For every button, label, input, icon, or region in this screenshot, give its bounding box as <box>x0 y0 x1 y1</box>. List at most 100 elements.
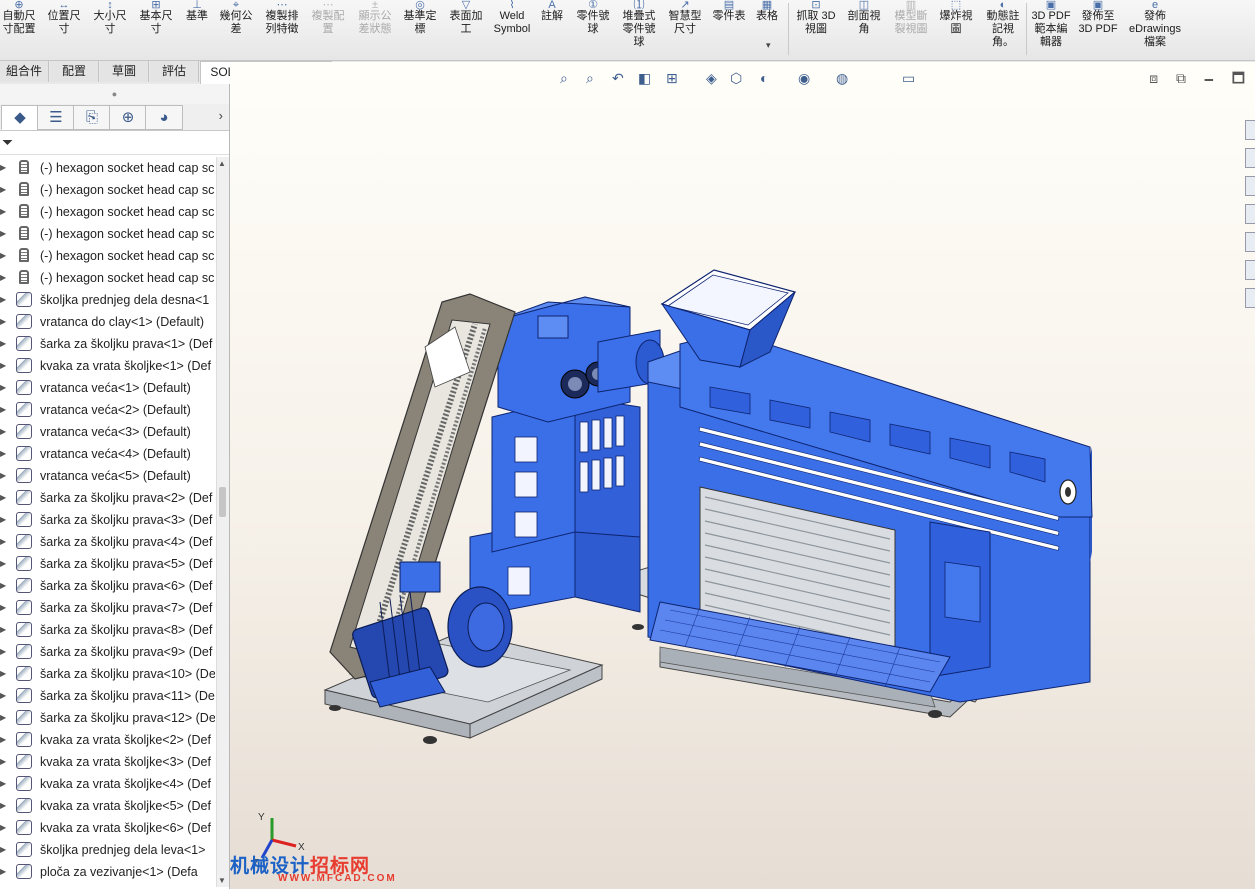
expand-arrow-icon[interactable]: ▶ <box>0 443 8 465</box>
tree-item[interactable]: ▶ kvaka za vrata školjke<4> (Def <box>0 773 215 795</box>
expand-arrow-icon[interactable]: ▶ <box>0 355 8 377</box>
expand-arrow-icon[interactable]: ▶ <box>0 795 8 817</box>
tree-item[interactable]: ▶ kvaka za vrata školjke<6> (Def <box>0 817 215 839</box>
expand-arrow-icon[interactable]: ▶ <box>0 685 8 707</box>
note-button[interactable]: A 註解 <box>536 0 568 58</box>
expand-arrow-icon[interactable]: ▶ <box>0 707 8 729</box>
3d-pdf-template-button[interactable]: ▣ 3D PDF 範本編 輯器 <box>1030 0 1072 58</box>
expand-arrow-icon[interactable]: ▶ <box>0 773 8 795</box>
tree-item[interactable]: ▶ šarka za školjku prava<2> (Def <box>0 487 215 509</box>
publish-3d-pdf-button[interactable]: ▣ 發佈至 3D PDF <box>1076 0 1120 58</box>
smart-dimension-button[interactable]: ↗ 智慧型 尺寸 <box>664 0 706 58</box>
tab-2[interactable]: 配置 <box>50 61 99 82</box>
location-dimension-button[interactable]: ↔ 位置尺 寸 <box>44 0 84 58</box>
tab-3[interactable]: 草圖 <box>100 61 149 82</box>
tree-item[interactable]: ▶ šarka za školjku prava<1> (Def <box>0 333 215 355</box>
graphics-area[interactable]: ⌕ ⌕ ↶ ◧ ⊞ ◈ ⬡ ◐ ◉ ◍ ▭ ⧈ ⧉ 🗕 🗖 Y X Z 机械设计… <box>230 62 1255 889</box>
expand-arrow-icon[interactable]: ▶ <box>0 663 8 685</box>
tree-item[interactable]: ▶ (-) hexagon socket head cap sc <box>0 223 215 245</box>
tree-item[interactable]: ▶ vratanca veća<2> (Default) <box>0 399 215 421</box>
tree-item[interactable]: ▶ šarka za školjku prava<6> (Def <box>0 575 215 597</box>
tree-item[interactable]: ▶ šarka za školjku prava<5> (Def <box>0 553 215 575</box>
expand-arrow-icon[interactable]: ▶ <box>0 157 8 179</box>
tree-item[interactable]: ▶ vratanca veća<3> (Default) <box>0 421 215 443</box>
weld-symbol-button[interactable]: ⌇ Weld Symbol <box>492 0 532 58</box>
tree-item[interactable]: ▶ kvaka za vrata školjke<3> (Def <box>0 751 215 773</box>
tree-item[interactable]: ▶ (-) hexagon socket head cap sc <box>0 201 215 223</box>
tree-item[interactable]: ▶ šarka za školjku prava<12> (De <box>0 707 215 729</box>
table-dropdown-icon[interactable]: ▾ <box>766 40 771 51</box>
tree-item[interactable]: ▶ školjka prednjeg dela desna<1 <box>0 289 215 311</box>
tree-item[interactable]: ▶ (-) hexagon socket head cap sc <box>0 245 215 267</box>
size-dimension-button[interactable]: ↕ 大小尺 寸 <box>90 0 130 58</box>
auto-dimension-button[interactable]: ⊕ 自動尺 寸配置 <box>0 0 38 58</box>
copy-scheme-button[interactable]: ⋯ 複製配 置 <box>308 0 348 58</box>
datum-button[interactable]: ⊥ 基準 <box>182 0 212 58</box>
expand-arrow-icon[interactable]: ▶ <box>0 839 8 861</box>
expand-arrow-icon[interactable]: ▶ <box>0 223 8 245</box>
tree-item[interactable]: ▶ šarka za školjku prava<3> (Def <box>0 509 215 531</box>
scroll-up-icon[interactable]: ▲ <box>218 159 226 168</box>
expand-arrow-icon[interactable]: ▶ <box>0 861 8 883</box>
tree-item[interactable]: ▶ kvaka za vrata školjke<2> (Def <box>0 729 215 751</box>
expand-arrow-icon[interactable]: ▶ <box>0 553 8 575</box>
copy-pattern-button[interactable]: ⋯ 複製排 列特徵 <box>262 0 302 58</box>
tree-item[interactable]: ▶ šarka za školjku prava<10> (De <box>0 663 215 685</box>
tolerance-status-button[interactable]: ± 顯示公 差狀態 <box>354 0 396 58</box>
exploded-view-button[interactable]: ⬚ 爆炸視 圖 <box>936 0 976 58</box>
bom-button[interactable]: ▤ 零件表 <box>710 0 748 58</box>
expand-arrow-icon[interactable]: ▶ <box>0 333 8 355</box>
expand-arrow-icon[interactable]: ▶ <box>0 179 8 201</box>
basic-dimension-button[interactable]: ⊞ 基本尺 寸 <box>136 0 176 58</box>
tree-item[interactable]: ▶ šarka za školjku prava<8> (Def <box>0 619 215 641</box>
tree-item[interactable]: ▶ vratanca veća<5> (Default) <box>0 465 215 487</box>
expand-arrow-icon[interactable]: ▶ <box>0 311 8 333</box>
scrollbar-thumb[interactable] <box>219 487 226 517</box>
tree-item[interactable]: ▶ vratanca do clay<1> (Default) <box>0 311 215 333</box>
tree-item[interactable]: ▶ školjka prednjeg dela leva<1> <box>0 839 215 861</box>
expand-arrow-icon[interactable]: ▶ <box>0 619 8 641</box>
dimxpert-manager-icon[interactable]: ⊕ <box>109 105 147 130</box>
expand-arrow-icon[interactable]: ▶ <box>0 399 8 421</box>
tree-item[interactable]: ▶ šarka za školjku prava<9> (Def <box>0 641 215 663</box>
tree-item[interactable]: ▶ (-) hexagon socket head cap sc <box>0 179 215 201</box>
expand-arrow-icon[interactable]: ▶ <box>0 267 8 289</box>
expand-arrow-icon[interactable]: ▶ <box>0 575 8 597</box>
panel-grip[interactable]: ● <box>0 84 229 104</box>
tree-item[interactable]: ▶ (-) hexagon socket head cap sc <box>0 157 215 179</box>
tree-item[interactable]: ▶ kvaka za vrata školjke<1> (Def <box>0 355 215 377</box>
model-break-view-button[interactable]: ▥ 模型斷 裂視圖 <box>890 0 932 58</box>
filter-icon[interactable]: ⏷ <box>2 134 13 151</box>
tree-scrollbar[interactable]: ▲ ▼ <box>216 157 229 887</box>
display-manager-icon[interactable]: ◕ <box>145 105 183 130</box>
configuration-manager-icon[interactable]: ⎘ <box>73 105 111 130</box>
surface-finish-button[interactable]: ▽ 表面加 工 <box>446 0 486 58</box>
geometric-tolerance-button[interactable]: ⌖ 幾何公 差 <box>216 0 256 58</box>
datum-target-button[interactable]: ◎ 基準定 標 <box>400 0 440 58</box>
expand-arrow-icon[interactable]: ▶ <box>0 289 8 311</box>
stacked-balloon-button[interactable]: ⑴ 堆疊式 零件號 球 <box>618 0 660 58</box>
extruder-assembly-model[interactable] <box>230 62 1255 889</box>
expand-arrow-icon[interactable]: ▶ <box>0 729 8 751</box>
expand-arrow-icon[interactable]: ▶ <box>0 509 8 531</box>
expand-arrow-icon[interactable]: ▶ <box>0 531 8 553</box>
tree-item[interactable]: ▶ (-) hexagon socket head cap sc <box>0 267 215 289</box>
property-manager-icon[interactable]: ☰ <box>37 105 75 130</box>
tab-1[interactable]: 組合件 <box>0 61 49 82</box>
capture-3d-view-button[interactable]: ⊡ 抓取 3D 視圖 <box>794 0 838 58</box>
chevron-right-icon[interactable]: › <box>219 108 223 123</box>
tree-item[interactable]: ▶ vratanca veća<4> (Default) <box>0 443 215 465</box>
tree-filter[interactable]: ⏷ <box>0 132 229 155</box>
feature-manager-icon[interactable]: ◆ <box>1 105 39 130</box>
tab-4[interactable]: 評估 <box>150 61 199 82</box>
edrawings-button[interactable]: e 發佈 eDrawings 檔案 <box>1124 0 1186 58</box>
scroll-down-icon[interactable]: ▼ <box>218 876 226 885</box>
tree-item[interactable]: ▶ ploča za vezivanje<1> (Defa <box>0 861 215 883</box>
tree-item[interactable]: ▶ vratanca veća<1> (Default) <box>0 377 215 399</box>
expand-arrow-icon[interactable]: ▶ <box>0 817 8 839</box>
expand-arrow-icon[interactable]: ▶ <box>0 641 8 663</box>
expand-arrow-icon[interactable]: ▶ <box>0 245 8 267</box>
dynamic-annotation-view-button[interactable]: ◐ 動態註 記視 角。 <box>982 0 1024 58</box>
expand-arrow-icon[interactable]: ▶ <box>0 421 8 443</box>
expand-arrow-icon[interactable]: ▶ <box>0 597 8 619</box>
